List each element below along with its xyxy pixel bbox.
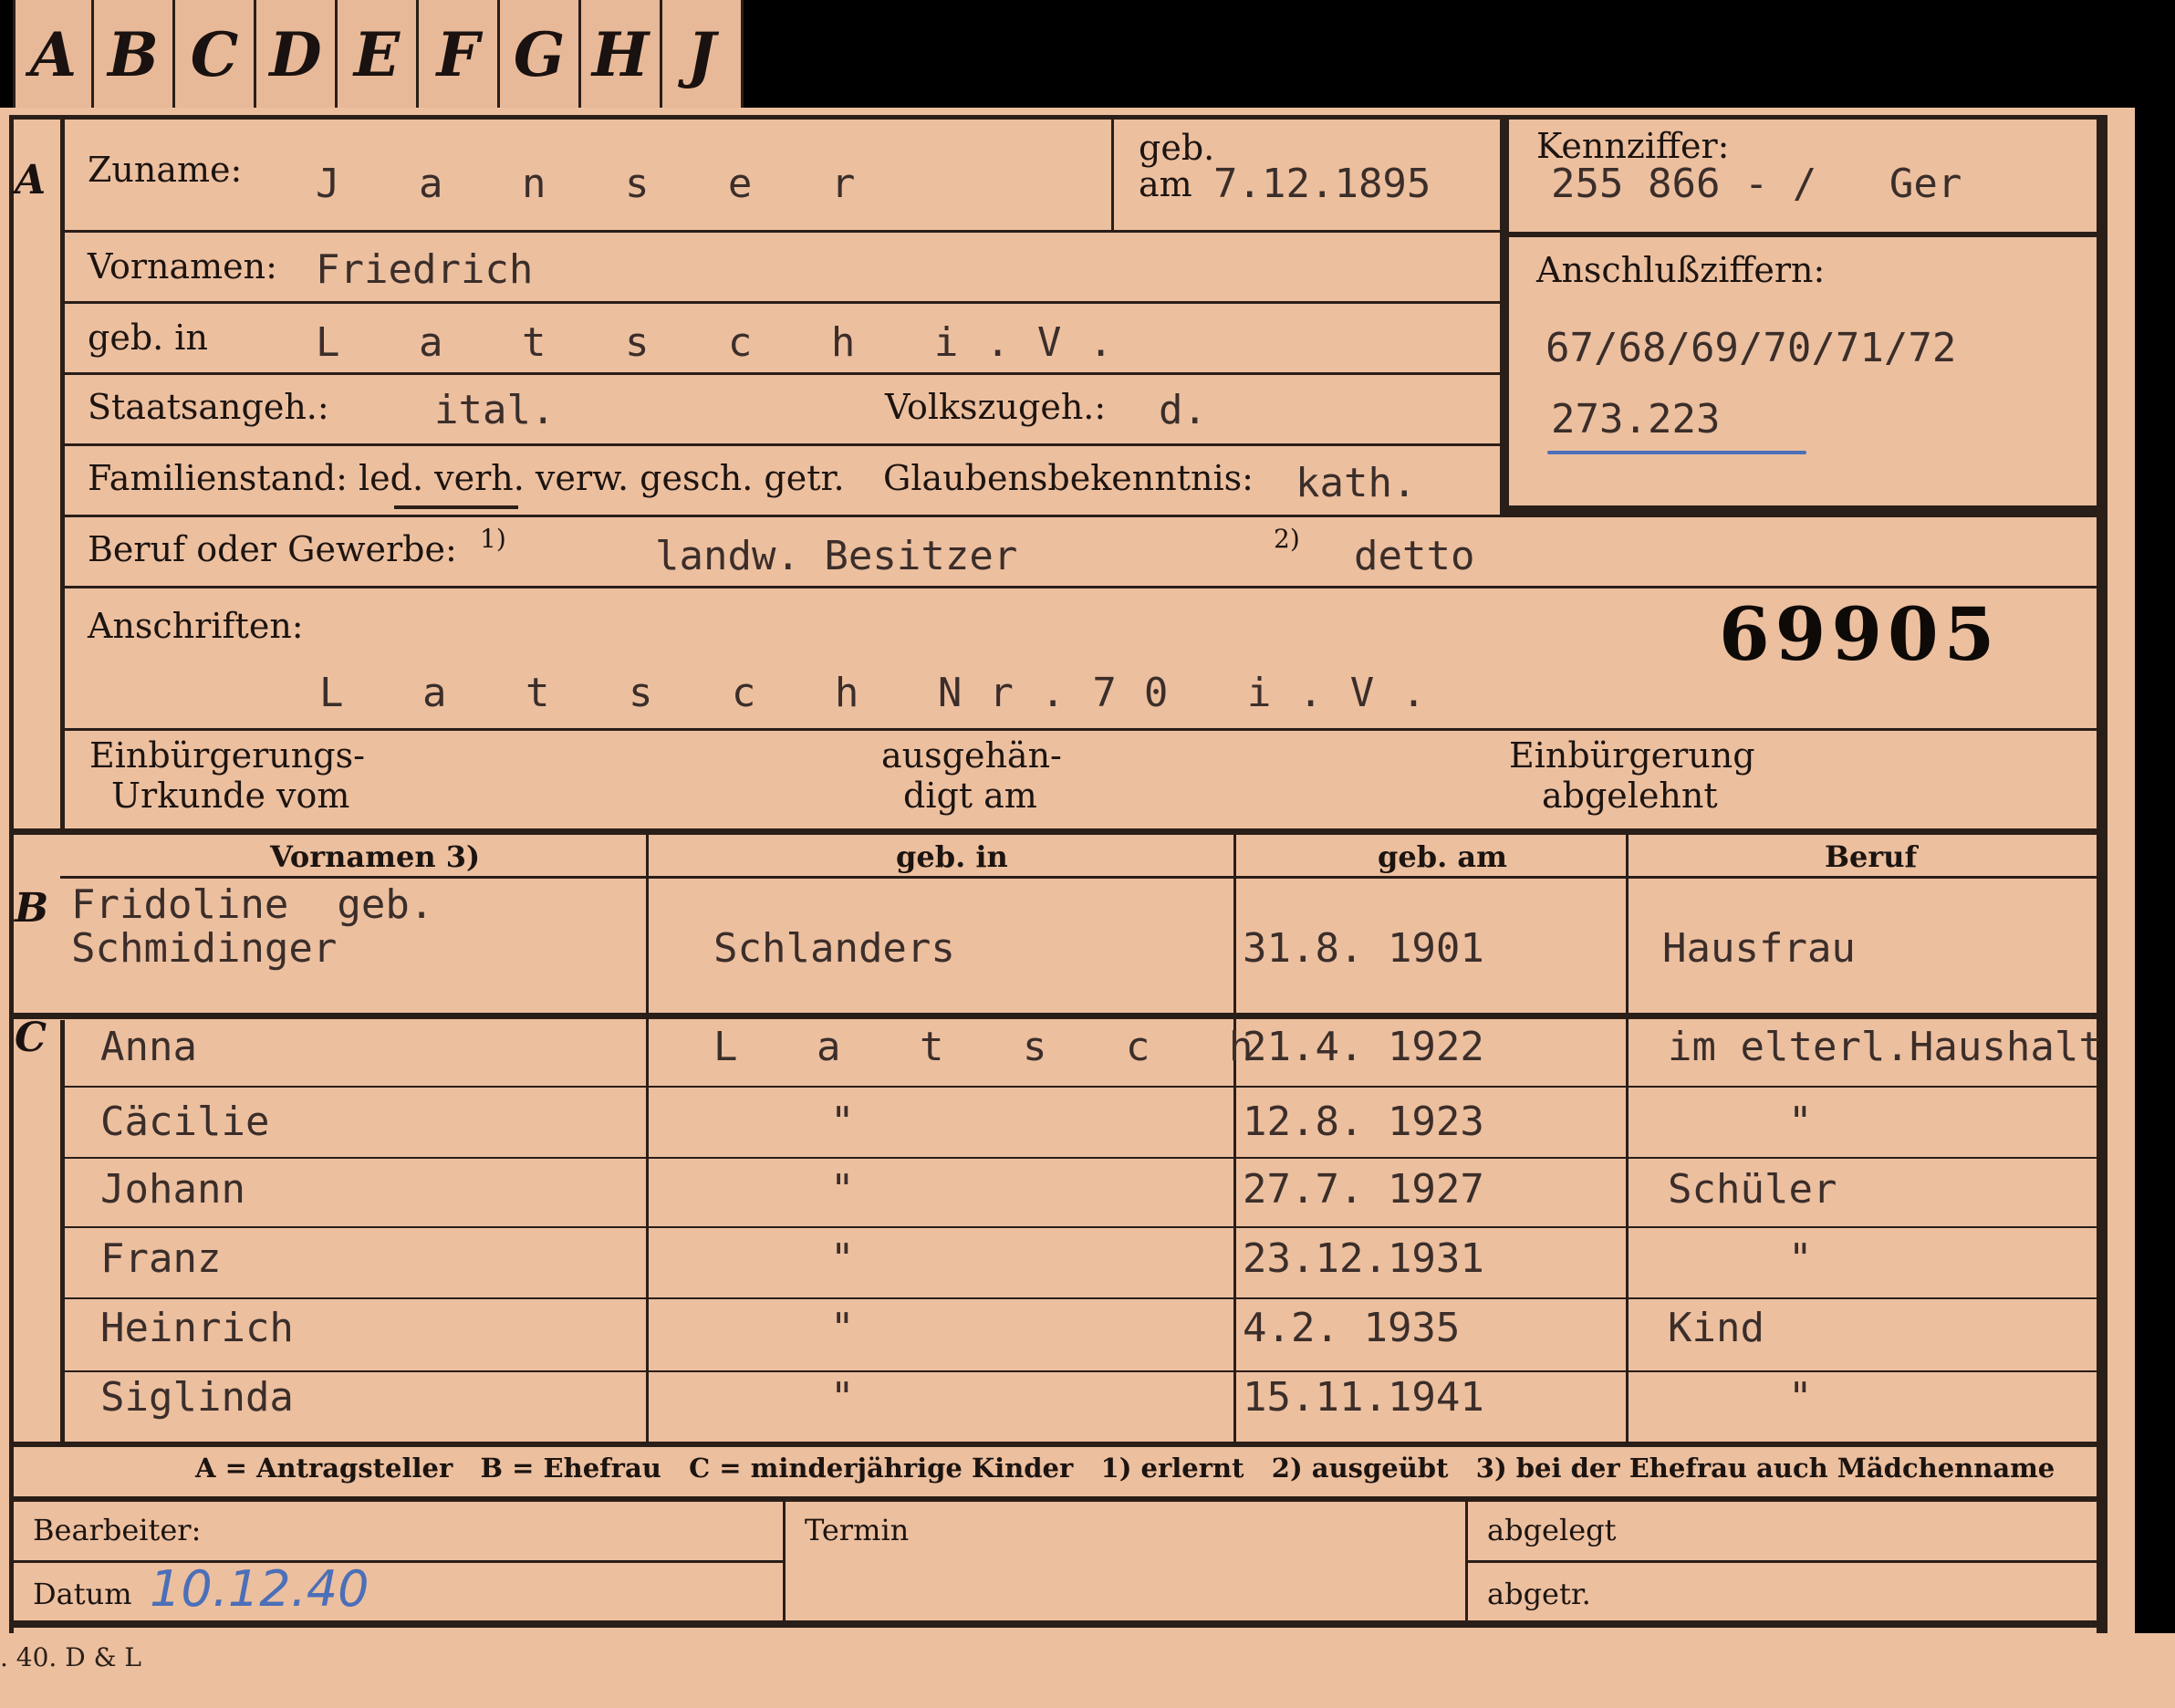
spouse-birthdate: 31.8. 1901: [1243, 925, 1484, 972]
anschluss-value-1: 67/68/69/70/71/72: [1545, 325, 1957, 371]
child-name: Franz: [100, 1235, 222, 1282]
birth-date-label-geb: geb.: [1139, 128, 1215, 168]
column-header-vornamen: Vornamen 3): [270, 839, 481, 874]
birth-date-value: 7.12.1895: [1213, 161, 1431, 207]
birth-date-label-am: am: [1139, 164, 1192, 204]
child-name: Heinrich: [100, 1305, 294, 1351]
child-place: ": [830, 1305, 855, 1351]
anschluss-value-2: 273.223: [1551, 396, 1721, 443]
termin-label: Termin: [805, 1513, 910, 1547]
child-date: 27.7. 1927: [1243, 1166, 1484, 1213]
child-date: 21.4. 1922: [1243, 1024, 1484, 1070]
birthplace-value: L a t s c h i.V.: [316, 319, 1140, 366]
marital-status-underline: [394, 505, 518, 509]
pencil-underline: [1547, 451, 1806, 454]
citizenship-value: ital.: [434, 387, 556, 433]
abgetr-label: abgetr.: [1487, 1577, 1591, 1611]
index-tab-h: H: [581, 0, 662, 108]
child-place: ": [830, 1374, 855, 1421]
child-place: ": [830, 1099, 855, 1145]
child-job: ": [1788, 1099, 1813, 1145]
child-name: Anna: [100, 1024, 197, 1070]
child-place: ": [830, 1166, 855, 1213]
bearbeiter-label: Bearbeiter:: [33, 1513, 202, 1547]
spouse-name-line-2: Schmidinger: [71, 925, 338, 972]
column-header-geb-am: geb. am: [1378, 839, 1507, 874]
vornamen-label: Vornamen:: [88, 246, 277, 286]
child-name: Cäcilie: [100, 1099, 270, 1145]
registration-card: A B C Zuname: J a n s e r geb. am 7.12.1…: [0, 108, 2135, 1681]
datum-label: Datum: [33, 1577, 132, 1611]
card-bottom-margin: [0, 1633, 2175, 1708]
section-c-letter: C: [15, 1015, 47, 1061]
handwritten-date: 10.12.40: [150, 1560, 369, 1618]
child-job: ": [1788, 1374, 1813, 1421]
religion-value: kath.: [1296, 460, 1417, 506]
addresses-label: Anschriften:: [88, 606, 304, 646]
surname-label: Zuname:: [88, 150, 243, 190]
child-job: Kind: [1668, 1305, 1764, 1351]
naturalization-label-1: Einbürgerungs-: [89, 735, 365, 776]
occupation-mark-1: 1): [480, 524, 506, 554]
occupation-value-1: landw. Besitzer: [655, 533, 1018, 579]
anschluss-label: Anschlußziffern:: [1536, 250, 1826, 290]
index-tab-a: A: [13, 0, 94, 108]
vornamen-value: Friedrich: [316, 246, 534, 293]
spouse-birthplace: Schlanders: [713, 925, 955, 972]
child-date: 15.11.1941: [1243, 1374, 1484, 1421]
child-date: 12.8. 1923: [1243, 1099, 1484, 1145]
handed-out-label-1: ausgehän-: [881, 735, 1062, 776]
rejected-label-1: Einbürgerung: [1509, 735, 1755, 776]
index-tab-e: E: [338, 0, 419, 108]
index-tab-d: D: [256, 0, 338, 108]
occupation-value-2: detto: [1354, 533, 1475, 579]
child-job: im elterl.Haushalt: [1668, 1024, 2103, 1070]
naturalization-label-2: Urkunde vom: [111, 776, 350, 816]
index-tab-c: C: [175, 0, 256, 108]
birthplace-label: geb. in: [88, 318, 208, 358]
spouse-occupation: Hausfrau: [1662, 925, 1856, 972]
address-value: L a t s c h Nr.70 i.V.: [319, 670, 1453, 716]
occupation-label: Beruf oder Gewerbe:: [88, 529, 457, 569]
index-tab-g: G: [500, 0, 581, 108]
stamped-number: 69905: [1719, 591, 2001, 677]
citizenship-label: Staatsangeh.:: [88, 387, 329, 427]
handed-out-label-2: digt am: [903, 776, 1037, 816]
marital-status-label: Familienstand: led. verh. verw. gesch. g…: [88, 458, 845, 498]
ethnicity-label: Volkszugeh.:: [885, 387, 1107, 427]
child-place: L a t s c h: [713, 1024, 1281, 1070]
child-job: Schüler: [1668, 1166, 1837, 1213]
child-name: Johann: [100, 1166, 245, 1213]
child-name: Siglinda: [100, 1374, 294, 1421]
child-place: ": [830, 1235, 855, 1282]
child-date: 23.12.1931: [1243, 1235, 1484, 1282]
occupation-mark-2: 2): [1274, 524, 1300, 554]
column-header-beruf: Beruf: [1825, 839, 1918, 874]
column-header-geb-in: geb. in: [896, 839, 1008, 874]
spouse-name-line-1: Fridoline geb.: [71, 881, 434, 928]
index-tab-b: B: [94, 0, 175, 108]
section-b-letter: B: [15, 885, 49, 932]
religion-label: Glaubensbekenntnis:: [883, 458, 1254, 498]
ethnicity-value: d.: [1159, 387, 1207, 433]
index-tab-j: J: [662, 0, 744, 108]
rejected-label-2: abgelehnt: [1542, 776, 1718, 816]
index-tab-f: F: [419, 0, 500, 108]
legend-text: A = Antragsteller B = Ehefrau C = minder…: [195, 1453, 2055, 1484]
abgelegt-label: abgelegt: [1487, 1513, 1617, 1547]
surname-value: J a n s e r: [316, 161, 883, 207]
section-a-letter: A: [15, 157, 47, 203]
print-code: . 40. D & L: [0, 1642, 141, 1672]
child-date: 4.2. 1935: [1243, 1305, 1461, 1351]
child-job: ": [1788, 1235, 1813, 1282]
kennziffer-value: 255 866 - / Ger: [1551, 161, 1962, 207]
